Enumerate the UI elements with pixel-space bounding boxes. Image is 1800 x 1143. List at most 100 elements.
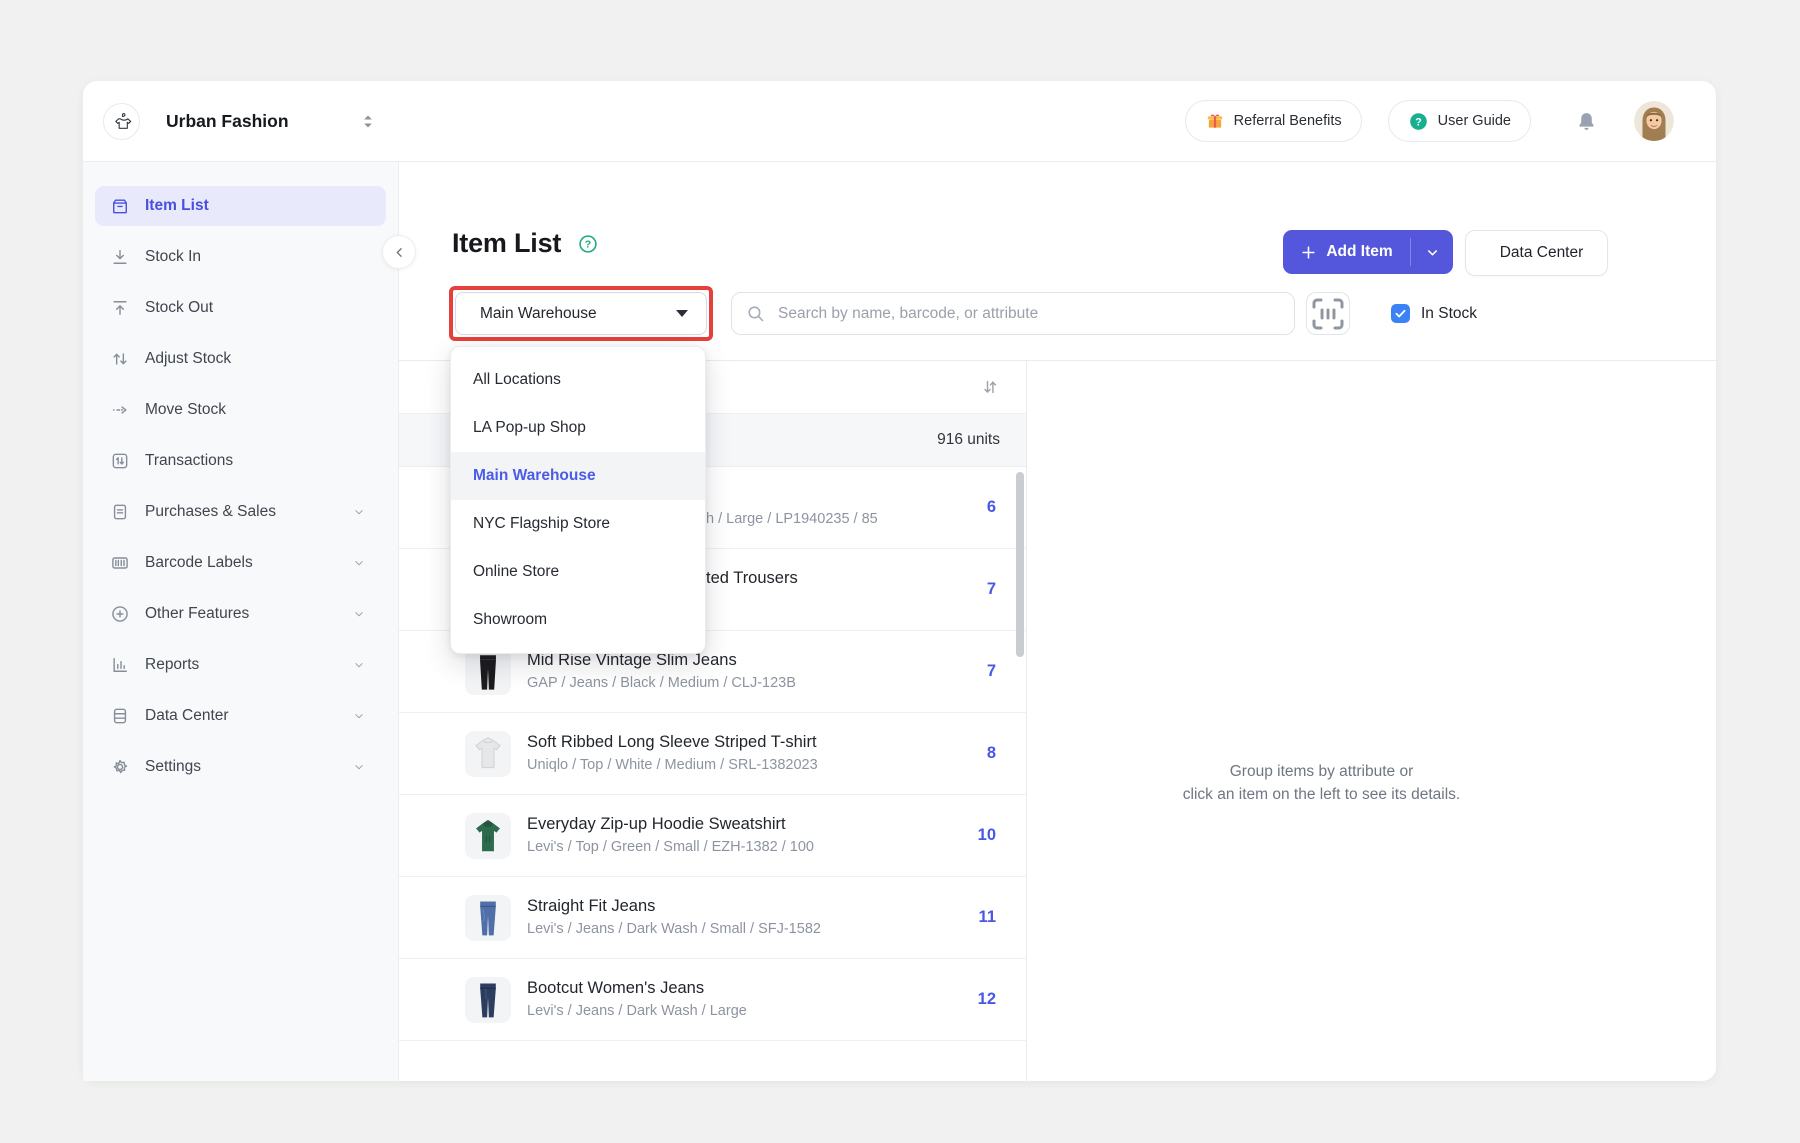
in-stock-checkbox[interactable] xyxy=(1391,304,1410,323)
data-center-label: Data Center xyxy=(1500,244,1584,262)
sidebar-item-label: Item List xyxy=(145,197,209,215)
data-center-button[interactable]: Data Center xyxy=(1465,230,1608,276)
sidebar-item-label: Barcode Labels xyxy=(145,554,253,572)
location-dropdown-menu: All Locations LA Pop-up Shop Main Wareho… xyxy=(450,346,706,654)
item-row[interactable]: Bootcut Women's Jeans Levi's / Jeans / D… xyxy=(399,959,1026,1041)
chevron-down-icon xyxy=(352,760,366,774)
sidebar-item[interactable]: Transactions xyxy=(95,441,386,481)
detail-hint-line1: Group items by attribute or xyxy=(1230,760,1414,783)
item-title: Straight Fit Jeans xyxy=(527,897,821,918)
item-quantity: 11 xyxy=(979,908,996,927)
user-guide-label: User Guide xyxy=(1438,113,1511,129)
item-quantity: 7 xyxy=(987,662,996,681)
sidebar-item[interactable]: Adjust Stock xyxy=(95,339,386,379)
adjust-stock-icon xyxy=(110,349,130,369)
jeans-dark-icon xyxy=(465,977,511,1023)
location-option[interactable]: NYC Flagship Store xyxy=(451,500,705,548)
location-option[interactable]: All Locations xyxy=(451,356,705,404)
jeans-black-icon xyxy=(465,649,511,695)
avatar-image xyxy=(1634,101,1674,141)
location-option[interactable]: Main Warehouse xyxy=(451,452,705,500)
item-title: Soft Ribbed Long Sleeve Striped T-shirt xyxy=(527,733,818,754)
barcode-scan-button[interactable] xyxy=(1306,292,1350,335)
sidebar-item[interactable]: Settings xyxy=(95,747,386,787)
check-icon xyxy=(1394,307,1407,320)
item-row[interactable]: Straight Fit Jeans Levi's / Jeans / Dark… xyxy=(399,877,1026,959)
detail-panel: Group items by attribute or click an ite… xyxy=(1027,423,1716,1143)
sidebar-item-label: Reports xyxy=(145,656,199,674)
location-dropdown-trigger[interactable]: Main Warehouse xyxy=(455,292,707,335)
location-option-label: Main Warehouse xyxy=(473,467,596,485)
reports-icon xyxy=(110,655,130,675)
user-avatar[interactable] xyxy=(1634,101,1674,141)
sweatshirt-white-icon xyxy=(465,731,511,777)
add-item-label: Add Item xyxy=(1326,243,1392,261)
item-title: Bootcut Women's Jeans xyxy=(527,979,747,1000)
help-icon[interactable]: ? xyxy=(577,233,599,255)
sidebar-item[interactable]: Barcode Labels xyxy=(95,543,386,583)
main-content: Item List ? Add Item Data Center Main Wa… xyxy=(399,162,1716,1081)
sidebar-item[interactable]: Stock In xyxy=(95,237,386,277)
stock-in-icon xyxy=(110,247,130,267)
item-attributes: Levi's / Jeans / Dark Wash / Small / SFJ… xyxy=(527,921,821,939)
top-bar: Urban Fashion Referral Benefits ? User G… xyxy=(83,81,1716,162)
chevron-down-icon xyxy=(352,556,366,570)
referral-benefits-label: Referral Benefits xyxy=(1234,113,1342,129)
sidebar-item[interactable]: Other Features xyxy=(95,594,386,634)
item-attributes: h / Large / LP1940235 / 85 xyxy=(706,511,878,529)
item-quantity: 7 xyxy=(987,580,996,599)
item-attributes xyxy=(706,593,798,611)
sidebar-nav: Item List Stock In Stock Out Adjust Stoc… xyxy=(83,186,398,787)
item-attributes: Uniqlo / Top / White / Medium / SRL-1382… xyxy=(527,757,818,775)
chevron-left-icon xyxy=(392,245,407,260)
add-item-dropdown-toggle[interactable] xyxy=(1411,230,1453,274)
sidebar-item[interactable]: Data Center xyxy=(95,696,386,736)
sort-icon[interactable] xyxy=(980,377,1000,397)
referral-benefits-button[interactable]: Referral Benefits xyxy=(1185,100,1362,142)
page-title: Item List xyxy=(452,228,561,259)
item-title: Everyday Zip-up Hoodie Sweatshirt xyxy=(527,815,814,836)
location-selected-value: Main Warehouse xyxy=(480,305,597,323)
gift-icon xyxy=(1205,111,1225,131)
item-quantity: 8 xyxy=(987,744,996,763)
item-quantity: 10 xyxy=(978,826,996,845)
user-guide-button[interactable]: ? User Guide xyxy=(1388,100,1531,142)
sidebar-item[interactable]: Purchases & Sales xyxy=(95,492,386,532)
chevron-down-icon xyxy=(352,709,366,723)
workspace-switcher-icon[interactable] xyxy=(361,113,375,130)
tshirt-hanger-icon xyxy=(110,109,134,133)
caret-down-icon xyxy=(676,310,688,317)
jeans-blue-icon xyxy=(465,895,511,941)
location-option-label: NYC Flagship Store xyxy=(473,515,610,533)
sidebar-item[interactable]: Item List xyxy=(95,186,386,226)
location-option[interactable]: Online Store xyxy=(451,548,705,596)
move-stock-icon xyxy=(110,400,130,420)
add-item-button[interactable]: Add Item xyxy=(1283,230,1453,274)
location-option[interactable]: Showroom xyxy=(451,596,705,644)
sidebar-item-label: Stock In xyxy=(145,248,201,266)
barcode-labels-icon xyxy=(110,553,130,573)
search-input[interactable] xyxy=(731,292,1295,335)
svg-text:?: ? xyxy=(585,238,591,250)
workspace-name: Urban Fashion xyxy=(166,111,289,132)
app-window: Urban Fashion Referral Benefits ? User G… xyxy=(83,81,1716,1081)
in-stock-filter[interactable]: In Stock xyxy=(1391,292,1477,335)
sidebar-item[interactable]: Reports xyxy=(95,645,386,685)
sidebar-item-label: Purchases & Sales xyxy=(145,503,276,521)
sidebar-item[interactable]: Move Stock xyxy=(95,390,386,430)
stock-out-icon xyxy=(110,298,130,318)
sidebar-item-label: Data Center xyxy=(145,707,229,725)
location-option-label: All Locations xyxy=(473,371,561,389)
location-option[interactable]: LA Pop-up Shop xyxy=(451,404,705,452)
hoodie-green-icon xyxy=(465,813,511,859)
chevron-down-icon xyxy=(1425,245,1440,260)
workspace-logo[interactable] xyxy=(103,103,140,140)
item-row[interactable]: Everyday Zip-up Hoodie Sweatshirt Levi's… xyxy=(399,795,1026,877)
sidebar-collapse-button[interactable] xyxy=(382,235,416,269)
svg-text:?: ? xyxy=(1415,116,1422,128)
notification-bell-icon[interactable] xyxy=(1575,110,1598,133)
sidebar-item[interactable]: Stock Out xyxy=(95,288,386,328)
scrollbar-thumb[interactable] xyxy=(1016,472,1024,657)
item-row[interactable]: Soft Ribbed Long Sleeve Striped T-shirt … xyxy=(399,713,1026,795)
item-attributes: GAP / Jeans / Black / Medium / CLJ-123B xyxy=(527,675,796,693)
